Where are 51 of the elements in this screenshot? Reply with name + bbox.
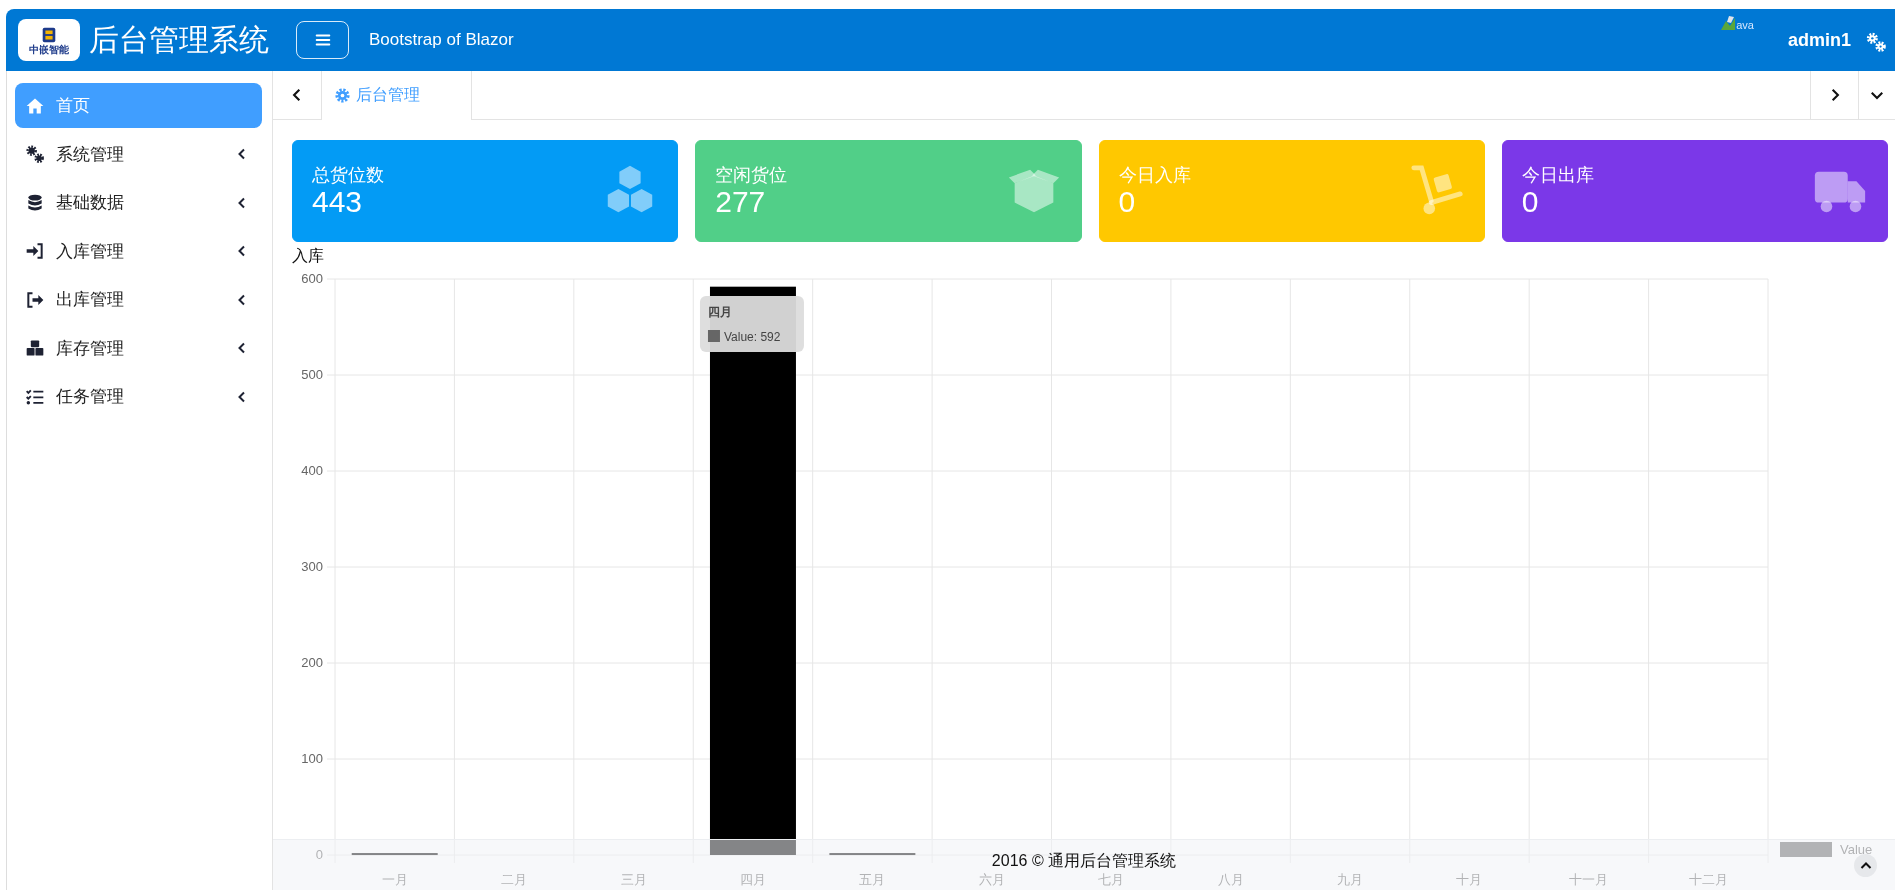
axis-tick-label: 100 — [301, 751, 323, 766]
boxes-icon — [25, 338, 45, 358]
nav-item[interactable]: 库存管理 — [15, 325, 262, 371]
stat-label: 总货位数 — [312, 164, 384, 186]
stat-label: 今日出库 — [1521, 164, 1594, 186]
axis-category-label: 八月 — [1217, 872, 1244, 887]
legend-label: Value — [1840, 842, 1873, 857]
axis-tick-label: 600 — [301, 271, 323, 286]
tooltip-label: Value: 592 — [723, 330, 781, 344]
chart-title: 入库 — [292, 246, 325, 266]
stat-value: 0 — [1521, 186, 1540, 218]
footer-text: 2016 © 通用后台管理系统 — [991, 853, 1177, 869]
nav-item[interactable]: 入库管理 — [15, 228, 262, 274]
axis-tick-label: 0 — [315, 847, 323, 862]
stat-value: 443 — [312, 186, 364, 218]
app-subtitle: Bootstrap of Blazor — [369, 30, 514, 50]
chart-bar[interactable] — [709, 286, 796, 855]
axis-category-label: 五月 — [859, 872, 886, 887]
stat-label: 空闲货位 — [715, 164, 788, 186]
tooltip-title: 四月 — [707, 305, 732, 319]
avatar-alt-text: ava — [1736, 19, 1754, 31]
axis-category-label: 十月 — [1456, 872, 1483, 887]
axis-category-label: 二月 — [501, 872, 528, 887]
axis-tick-label: 500 — [301, 367, 323, 382]
nav-item[interactable]: 基础数据 — [15, 180, 262, 225]
axis-category-label: 七月 — [1098, 872, 1125, 887]
axis-category-label: 九月 — [1337, 872, 1364, 887]
axis-tick-label: 400 — [301, 463, 323, 478]
axis-tick-label: 200 — [301, 655, 323, 670]
gears-icon — [25, 144, 45, 164]
settings-icon — [334, 87, 351, 104]
axis-category-label: 四月 — [739, 872, 766, 887]
nav-item[interactable]: 任务管理 — [15, 374, 262, 419]
logo-text: 中嵌智能 — [29, 43, 69, 55]
app-title: 后台管理系统 — [89, 21, 269, 58]
menu-button[interactable] — [296, 21, 349, 59]
database-icon — [25, 192, 45, 213]
stat-value: 0 — [1118, 186, 1137, 218]
broken-image-icon — [1720, 15, 1737, 31]
axis-tick-label: 300 — [301, 559, 323, 574]
axis-category-label: 十二月 — [1688, 872, 1728, 887]
stat-value: 277 — [715, 186, 767, 218]
scroll-top-button[interactable] — [1854, 854, 1877, 877]
sign-out-icon — [25, 289, 45, 310]
stat-label: 今日入库 — [1118, 164, 1191, 186]
settings-icon[interactable] — [1865, 31, 1887, 53]
sign-in-icon — [25, 241, 45, 261]
axis-category-label: 六月 — [978, 872, 1005, 887]
nav-item[interactable]: 出库管理 — [15, 277, 262, 322]
user-name[interactable]: admin1 — [1787, 29, 1851, 51]
nav-item[interactable]: 系统管理 — [15, 131, 262, 177]
